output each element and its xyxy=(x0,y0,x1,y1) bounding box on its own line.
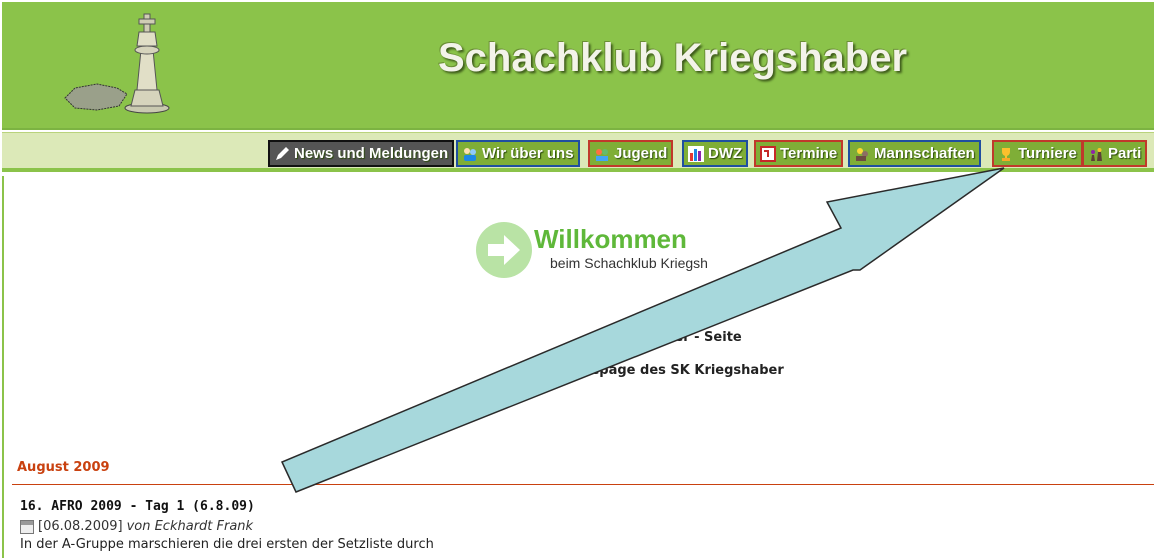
nav-termine[interactable]: Termine xyxy=(754,140,844,167)
welcome-subtitle: beim Schachklub Kriegsh xyxy=(550,255,708,271)
chess-pieces-icon xyxy=(1087,145,1105,163)
nav-jugend-label: Jugend xyxy=(614,145,668,162)
chess-king-logo xyxy=(64,13,170,114)
nav-mannschaften[interactable]: Mannschaften xyxy=(848,140,981,167)
nav-turniere-label: Turniere xyxy=(1018,145,1077,162)
news-author: von Eckhardt Frank xyxy=(126,519,254,534)
nav-termine-label: Termine xyxy=(780,145,838,162)
news-meta: [06.08.2009] von Eckhardt Frank xyxy=(20,519,253,534)
nav-partien-label: Parti xyxy=(1108,145,1142,162)
divider xyxy=(12,484,1154,485)
nav-news-label: News und Meldungen xyxy=(294,145,449,162)
news-month-heading: August 2009 xyxy=(17,460,110,475)
nav-wir-ueber-uns[interactable]: Wir über uns xyxy=(456,140,580,167)
calendar-icon xyxy=(20,519,34,534)
news-teaser: In der A-Gruppe marschieren die drei ers… xyxy=(20,537,434,552)
welcome-title: Willkommen xyxy=(534,224,687,254)
youth-icon xyxy=(593,145,611,163)
main-navigation: News und Meldungen Wir über uns Jugend D… xyxy=(2,132,1154,172)
site-title: Schachklub Kriegshaber xyxy=(438,36,908,80)
news-title-link[interactable]: 16. AFRO 2009 - Tag 1 (6.8.09) xyxy=(20,499,255,514)
nav-dwz[interactable]: DWZ xyxy=(682,140,749,167)
team-icon xyxy=(853,145,871,163)
nav-jugend[interactable]: Jugend xyxy=(588,140,674,167)
nav-mannschaften-label: Mannschaften xyxy=(874,145,975,162)
trophy-icon xyxy=(997,145,1015,163)
pencil-icon xyxy=(273,145,291,163)
nav-turniere[interactable]: Turniere xyxy=(992,140,1083,167)
nav-partien[interactable]: Parti xyxy=(1082,140,1148,167)
content-line-homepage: omepage des SK Kriegshaber xyxy=(568,363,784,378)
nav-dwz-label: DWZ xyxy=(708,145,743,162)
site-header: Schachklub Kriegshaber xyxy=(2,2,1154,130)
nav-wir-ueber-uns-label: Wir über uns xyxy=(482,145,574,162)
news-date: [06.08.2009] xyxy=(38,519,123,534)
page: Schachklub Kriegshaber News und Meldunge… xyxy=(0,0,1154,558)
people-icon xyxy=(461,145,479,163)
content-line-turnier: urnier - Seite xyxy=(645,330,742,345)
nav-news[interactable]: News und Meldungen xyxy=(268,140,455,167)
calendar-icon xyxy=(759,145,777,163)
bar-chart-icon xyxy=(687,145,705,163)
